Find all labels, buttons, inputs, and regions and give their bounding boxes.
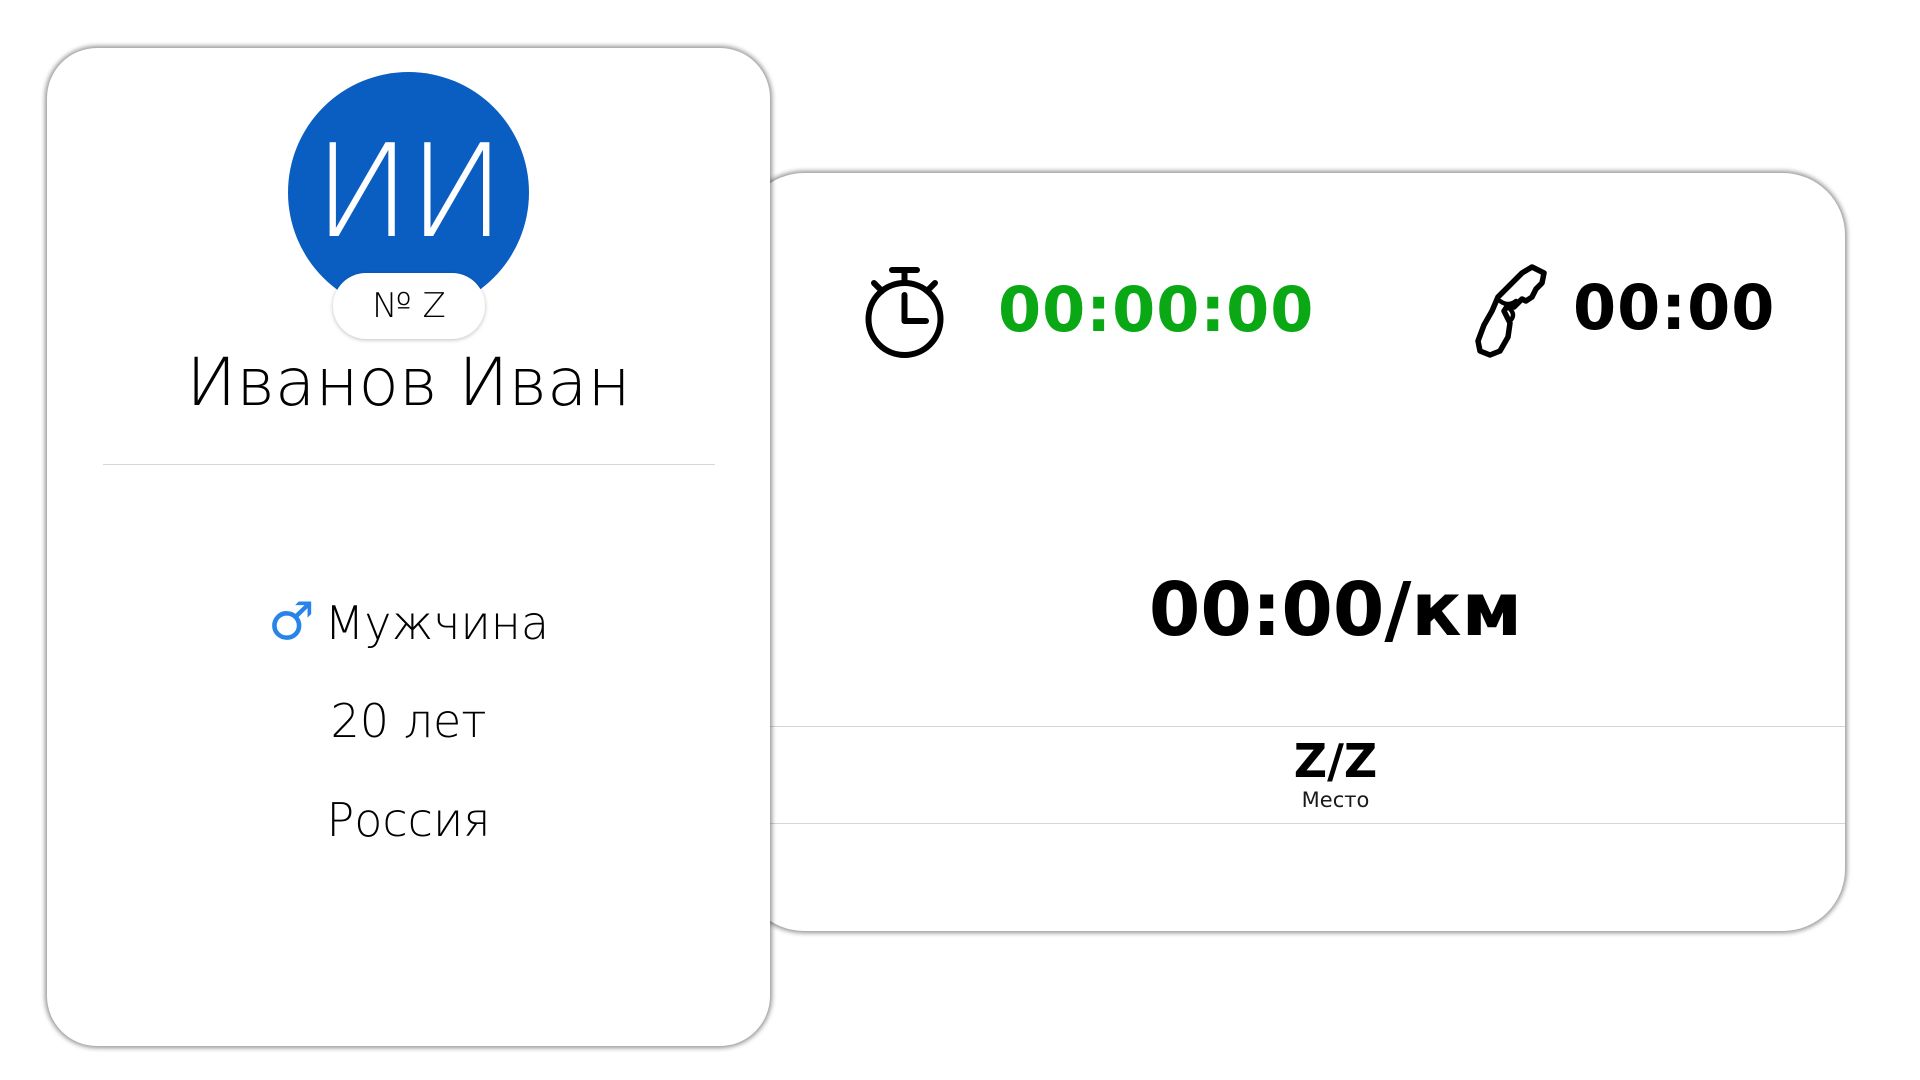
age-label: 20 лет [330, 694, 487, 748]
country-label: Россия [326, 793, 491, 847]
gender-line: ♂ Мужчина [47, 596, 770, 648]
elapsed-time: 00:00:00 [998, 273, 1315, 346]
time-row: 00:00:00 00:00 [742, 257, 1845, 358]
avatar-initials: ИИ [313, 117, 505, 267]
pace-value: 00:00/км [1148, 567, 1523, 653]
profile-divider [103, 464, 715, 465]
race-stats-card: 00:00:00 00:00 00:00/км Z/Z Место [742, 173, 1845, 931]
place-divider-bottom [742, 823, 1845, 824]
gender-label: Мужчина [324, 596, 550, 650]
male-icon: ♂ [267, 592, 315, 652]
place-value: Z/Z [1293, 734, 1378, 788]
gun-time: 00:00 [1573, 271, 1776, 344]
place-label: Место [1301, 788, 1370, 812]
stopwatch-icon [865, 267, 944, 358]
athlete-profile-card: ИИ № Z Иванов Иван ♂ Мужчина 20 лет Росси… [47, 48, 770, 1046]
athlete-name: Иванов Иван [186, 344, 631, 421]
bib-number-badge: № Z [333, 273, 485, 339]
start-gun-icon [1475, 264, 1547, 358]
place-divider-top [742, 726, 1845, 727]
